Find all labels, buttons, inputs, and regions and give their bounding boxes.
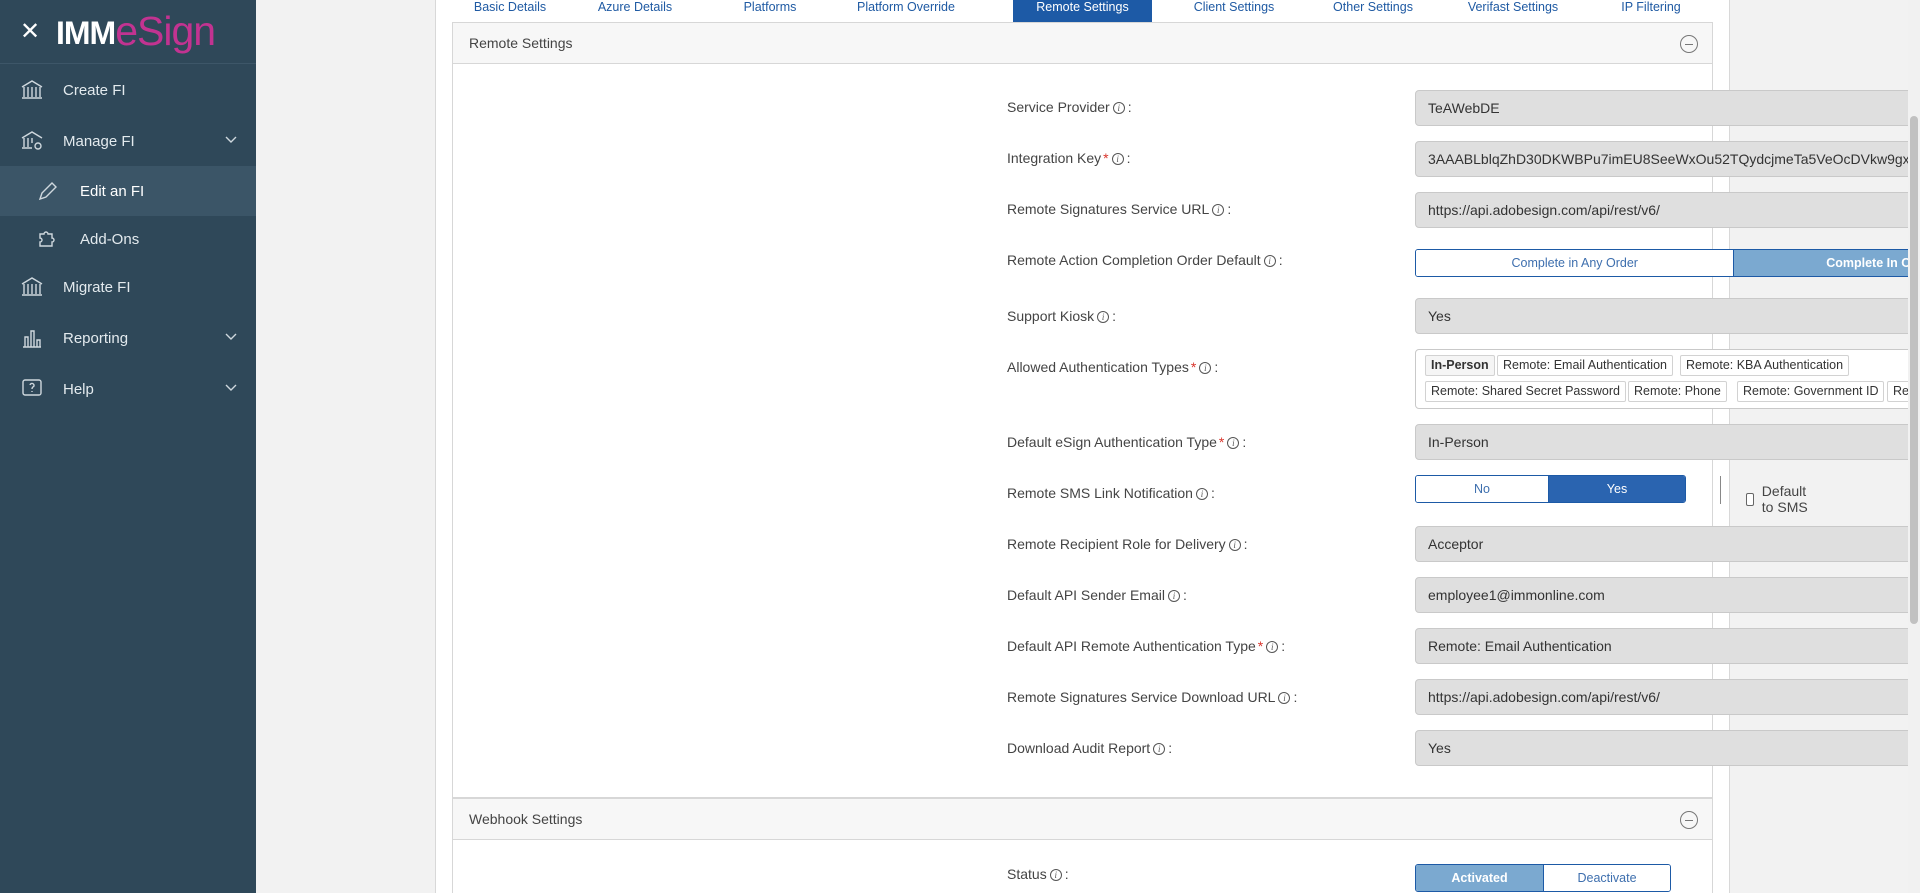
info-icon: i: [1212, 204, 1225, 216]
service-url-select[interactable]: https://api.adobesign.com/api/rest/v6/: [1415, 192, 1920, 228]
support-kiosk-label: Support Kiosk i:: [1007, 308, 1117, 324]
logo: IMMeSign: [56, 8, 216, 54]
puzzle-icon: [39, 231, 55, 247]
sidebar-item-reporting[interactable]: Reporting: [0, 313, 256, 363]
sidebar-item-add-ons[interactable]: Add-Ons: [0, 214, 256, 264]
info-icon: i: [1153, 743, 1166, 755]
tab-client-settings[interactable]: Client Settings: [1169, 0, 1299, 22]
tab-ip-filtering[interactable]: IP Filtering: [1586, 0, 1716, 22]
tab-verifast-settings[interactable]: Verifast Settings: [1448, 0, 1578, 22]
download-url-label: Remote Signatures Service Download URL i:: [1007, 689, 1298, 705]
sender-email-label: Default API Sender Email i:: [1007, 587, 1187, 603]
sidebar-item-create-fi[interactable]: Create FI: [0, 65, 256, 115]
close-icon[interactable]: ✕: [20, 19, 46, 44]
sidebar-item-manage-fi[interactable]: Manage FI: [0, 116, 256, 166]
sidebar: ✕ IMMeSign Create FI Manage FI Edit an F…: [0, 0, 256, 893]
auth-tag[interactable]: Remote: Government ID: [1737, 381, 1885, 402]
audit-report-label: Download Audit Report i:: [1007, 740, 1173, 756]
brand-header: ✕ IMMeSign: [0, 0, 256, 64]
remote-settings-header[interactable]: Remote Settings: [452, 22, 1713, 64]
info-icon: i: [1112, 102, 1125, 114]
auth-tag[interactable]: Remote: Email Authentication: [1497, 355, 1673, 376]
completion-order-toggle: Complete in Any Order Complete In Order: [1415, 249, 1920, 277]
auth-types-multiselect[interactable]: In-Person Remote: Email Authentication R…: [1415, 349, 1920, 409]
divider: [1720, 476, 1721, 504]
info-icon: i: [1097, 311, 1110, 323]
webhook-settings-header[interactable]: Webhook Settings: [452, 798, 1713, 840]
status-toggle: Activated Deactivate: [1415, 864, 1671, 892]
tab-azure-details[interactable]: Azure Details: [581, 0, 689, 22]
info-icon: i: [1199, 362, 1212, 374]
complete-any-order-button[interactable]: Complete in Any Order: [1416, 250, 1735, 276]
section-title: Webhook Settings: [469, 811, 583, 827]
sms-link-toggle: No Yes: [1415, 475, 1686, 503]
info-icon: i: [1266, 641, 1279, 653]
api-remote-auth-select[interactable]: Remote: Email Authentication: [1415, 628, 1920, 664]
info-icon: i: [1049, 869, 1062, 881]
collapse-icon[interactable]: [1680, 811, 1698, 829]
tab-basic-details[interactable]: Basic Details: [456, 0, 564, 22]
bank-migrate-icon: [21, 277, 43, 296]
default-to-sms-option: Default to SMS: [1746, 483, 1811, 515]
service-provider-label: Service Provider i:: [1007, 99, 1132, 115]
auth-tag[interactable]: Remote: KBA Authentication: [1680, 355, 1850, 376]
recipient-role-select[interactable]: Acceptor: [1415, 526, 1920, 562]
bar-chart-icon: [23, 330, 41, 348]
service-provider-select[interactable]: TeAWebDE: [1415, 90, 1920, 126]
api-remote-auth-label: Default API Remote Authentication Type * i…: [1007, 638, 1286, 654]
pencil-icon: [38, 182, 57, 201]
complete-in-order-button[interactable]: Complete In Order: [1734, 250, 1920, 276]
chevron-down-icon: [225, 136, 237, 143]
tab-platform-override[interactable]: Platform Override: [841, 0, 971, 22]
bank-settings-icon: [21, 131, 43, 150]
sms-link-label: Remote SMS Link Notification i:: [1007, 485, 1215, 501]
bank-icon: [21, 80, 43, 99]
sidebar-item-migrate-fi[interactable]: Migrate FI: [0, 262, 256, 312]
info-icon: i: [1228, 539, 1241, 551]
info-icon: i: [1111, 153, 1124, 165]
tab-other-settings[interactable]: Other Settings: [1308, 0, 1438, 22]
auth-tag[interactable]: Remote: Shared Secret Password: [1425, 381, 1626, 402]
tab-remote-settings[interactable]: Remote Settings: [1013, 0, 1152, 22]
activated-button[interactable]: Activated: [1416, 865, 1544, 891]
chevron-down-icon: [225, 333, 237, 340]
info-icon: i: [1263, 255, 1276, 267]
default-auth-label: Default eSign Authentication Type * i:: [1007, 434, 1247, 450]
auth-tag[interactable]: Remote: Phone: [1628, 381, 1727, 402]
audit-report-select[interactable]: Yes: [1415, 730, 1920, 766]
recipient-role-label: Remote Recipient Role for Delivery i:: [1007, 536, 1248, 552]
settings-panel: Basic Details Azure Details Platforms Pl…: [435, 0, 1920, 893]
info-icon: i: [1278, 692, 1291, 704]
help-icon: [22, 379, 42, 396]
integration-key-label: Integration Key * i:: [1007, 150, 1131, 166]
settings-tabs: Basic Details Azure Details Platforms Pl…: [436, 0, 1729, 22]
info-icon: i: [1167, 590, 1180, 602]
chevron-down-icon: [225, 384, 237, 391]
scrollbar-thumb[interactable]: [1910, 116, 1918, 624]
tab-platforms[interactable]: Platforms: [722, 0, 818, 22]
sidebar-item-help[interactable]: Help: [0, 364, 256, 414]
info-icon: i: [1227, 437, 1240, 449]
section-title: Remote Settings: [469, 35, 573, 51]
info-icon: i: [1195, 488, 1208, 500]
deactivate-button[interactable]: Deactivate: [1544, 865, 1670, 891]
status-label: Status i:: [1007, 866, 1069, 882]
auth-tag[interactable]: In-Person: [1425, 355, 1495, 376]
page-scrollbar[interactable]: [1908, 0, 1920, 893]
download-url-input[interactable]: https://api.adobesign.com/api/rest/v6/: [1415, 679, 1920, 715]
auth-types-label: Allowed Authentication Types * i:: [1007, 359, 1219, 375]
main-content: Basic Details Azure Details Platforms Pl…: [256, 0, 1920, 893]
sidebar-item-edit-fi[interactable]: Edit an FI: [0, 166, 256, 216]
default-to-sms-checkbox[interactable]: [1746, 492, 1754, 506]
default-auth-select[interactable]: In-Person: [1415, 424, 1920, 460]
sender-email-input[interactable]: employee1@immonline.com: [1415, 577, 1920, 613]
integration-key-input[interactable]: 3AAABLblqZhD30DKWBPu7imEU8SeeWxOu52TQydc…: [1415, 141, 1920, 177]
collapse-icon[interactable]: [1680, 35, 1698, 53]
support-kiosk-select[interactable]: Yes: [1415, 298, 1920, 334]
completion-order-label: Remote Action Completion Order Default i:: [1007, 252, 1283, 268]
sms-no-button[interactable]: No: [1416, 476, 1549, 502]
service-url-label: Remote Signatures Service URL i:: [1007, 201, 1232, 217]
sms-yes-button[interactable]: Yes: [1549, 476, 1685, 502]
